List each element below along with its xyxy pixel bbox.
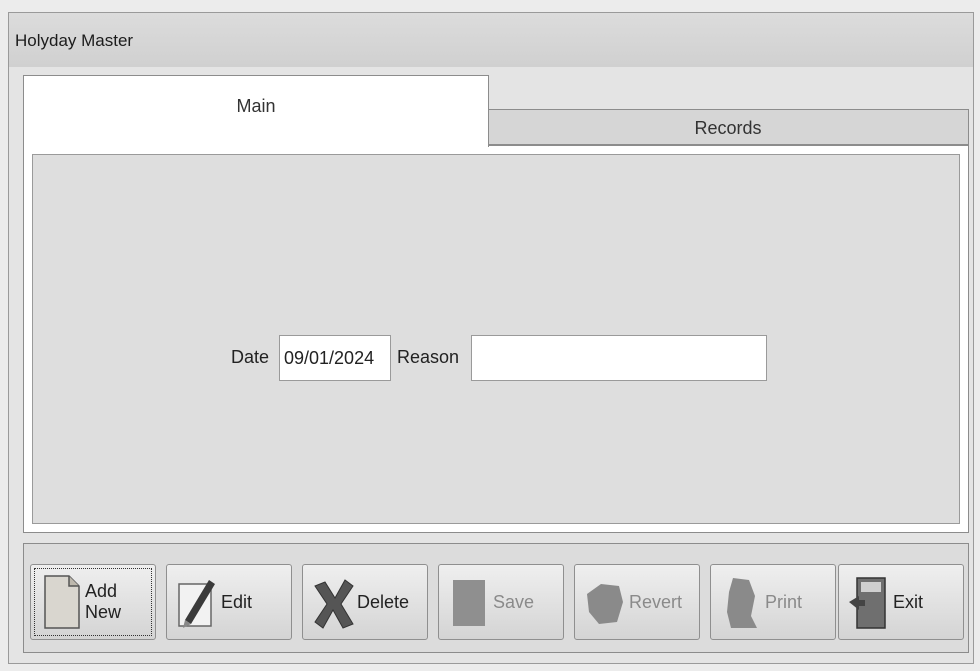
tab-records-label: Records [694,118,762,138]
delete-button[interactable]: Delete [302,564,428,640]
exit-button[interactable]: Exit [838,564,964,640]
exit-label: Exit [893,591,924,612]
add-new-button[interactable]: Add New [30,564,156,640]
holyday-master-window: Holyday Master Main Records Date 09/01/2… [8,12,974,664]
title-bar: Holyday Master [9,13,973,67]
edit-button[interactable]: Edit [166,564,292,640]
window-title: Holyday Master [15,31,134,50]
print-icon [727,578,757,628]
tab-records[interactable]: Records [487,109,969,145]
reason-label: Reason [397,347,460,367]
print-button[interactable]: Print [710,564,836,640]
save-icon [453,580,485,626]
date-label: Date [231,347,270,367]
date-field[interactable]: 09/01/2024 [279,335,391,381]
action-toolbar: Add New Edit Delete Save Revert Print Ex… [23,543,969,653]
revert-label: Revert [629,591,683,612]
tab-main-label: Main [236,96,276,116]
form-area: Date 09/01/2024 Reason [32,154,960,524]
revert-button[interactable]: Revert [574,564,700,640]
save-label: Save [493,591,535,612]
pen-icon [178,580,215,628]
delete-x-icon [314,579,354,629]
save-button[interactable]: Save [438,564,564,640]
exit-door-icon [849,577,886,629]
print-label: Print [765,591,803,612]
edit-label: Edit [221,591,253,612]
tab-main[interactable]: Main [23,75,489,147]
document-icon [44,575,80,629]
add-new-label: Add New [85,581,122,622]
delete-label: Delete [357,591,410,612]
revert-icon [587,584,623,624]
reason-field[interactable] [471,335,767,381]
main-panel: Date 09/01/2024 Reason [23,145,969,533]
